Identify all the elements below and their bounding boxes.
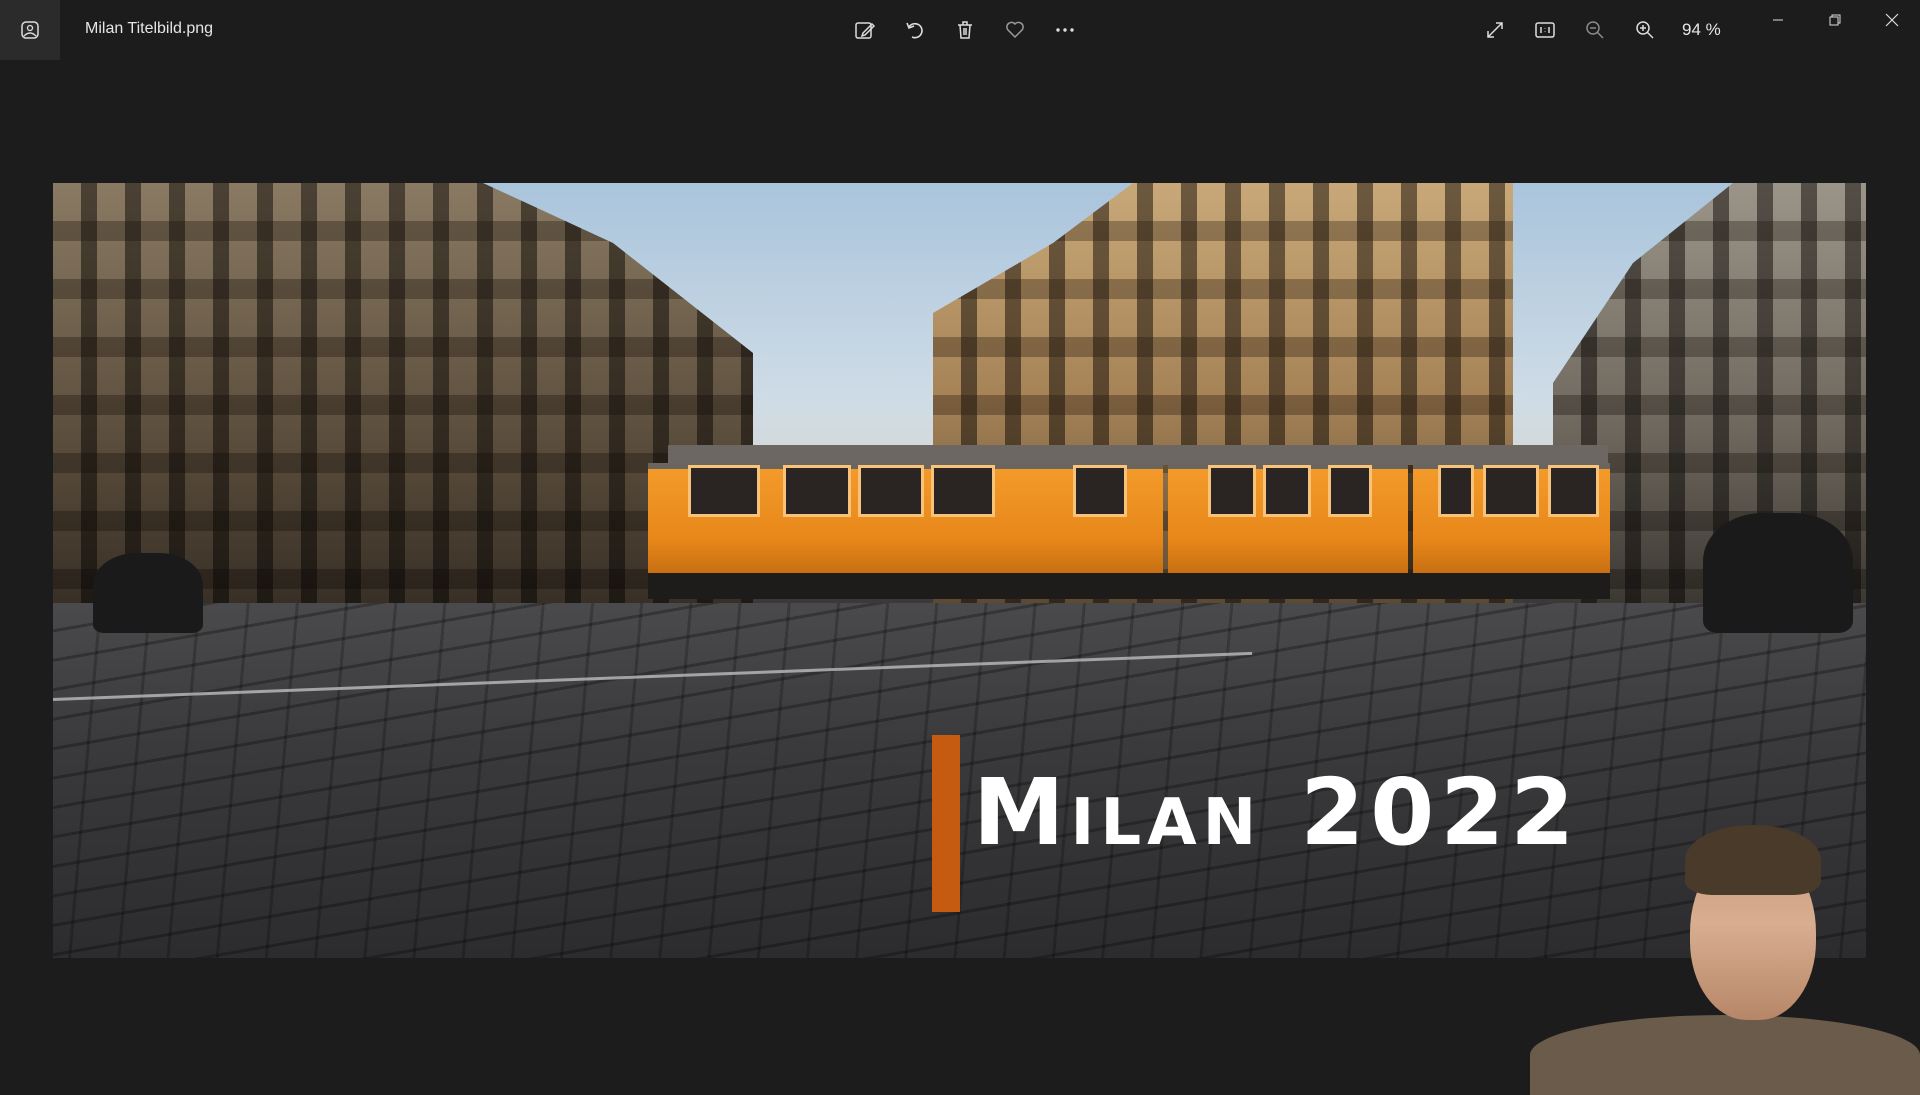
heart-icon bbox=[1004, 19, 1026, 41]
restore-icon bbox=[1829, 14, 1841, 26]
title-accent-bar bbox=[932, 735, 960, 912]
favorite-button[interactable] bbox=[990, 10, 1040, 50]
photo-viewer-icon bbox=[20, 20, 40, 40]
zoom-out-icon bbox=[1584, 19, 1606, 41]
image-tram bbox=[648, 445, 1610, 611]
minimize-button[interactable] bbox=[1749, 0, 1806, 40]
delete-button[interactable] bbox=[940, 10, 990, 50]
rotate-button[interactable] bbox=[890, 10, 940, 50]
webcam-overlay bbox=[1520, 815, 1920, 1095]
close-button[interactable] bbox=[1863, 0, 1920, 40]
view-tools: 94 % bbox=[1470, 10, 1742, 50]
zoom-level[interactable]: 94 % bbox=[1682, 20, 1742, 40]
edit-image-button[interactable] bbox=[840, 10, 890, 50]
minimize-icon bbox=[1772, 14, 1784, 26]
trash-icon bbox=[954, 19, 976, 41]
rotate-icon bbox=[904, 19, 926, 41]
zoom-in-icon bbox=[1634, 19, 1656, 41]
image-title-text: Milan 2022 bbox=[973, 759, 1581, 866]
restore-button[interactable] bbox=[1806, 0, 1863, 40]
window-controls bbox=[1749, 0, 1920, 40]
edit-image-icon bbox=[854, 19, 876, 41]
actual-size-icon bbox=[1534, 19, 1556, 41]
image-toolbar bbox=[840, 10, 1090, 50]
fullscreen-button[interactable] bbox=[1470, 10, 1520, 50]
file-name: Milan Titelbild.png bbox=[85, 20, 214, 37]
app-icon-button[interactable] bbox=[0, 0, 60, 60]
image-cyclists bbox=[1703, 513, 1853, 633]
actual-size-button[interactable] bbox=[1520, 10, 1570, 50]
zoom-out-button[interactable] bbox=[1570, 10, 1620, 50]
expand-icon bbox=[1484, 19, 1506, 41]
image-scooter-rider bbox=[93, 553, 203, 633]
title-bar: Milan Titelbild.png 94 % bbox=[0, 0, 1920, 60]
more-options-icon bbox=[1054, 19, 1076, 41]
close-icon bbox=[1885, 13, 1899, 27]
more-options-button[interactable] bbox=[1040, 10, 1090, 50]
zoom-in-button[interactable] bbox=[1620, 10, 1670, 50]
